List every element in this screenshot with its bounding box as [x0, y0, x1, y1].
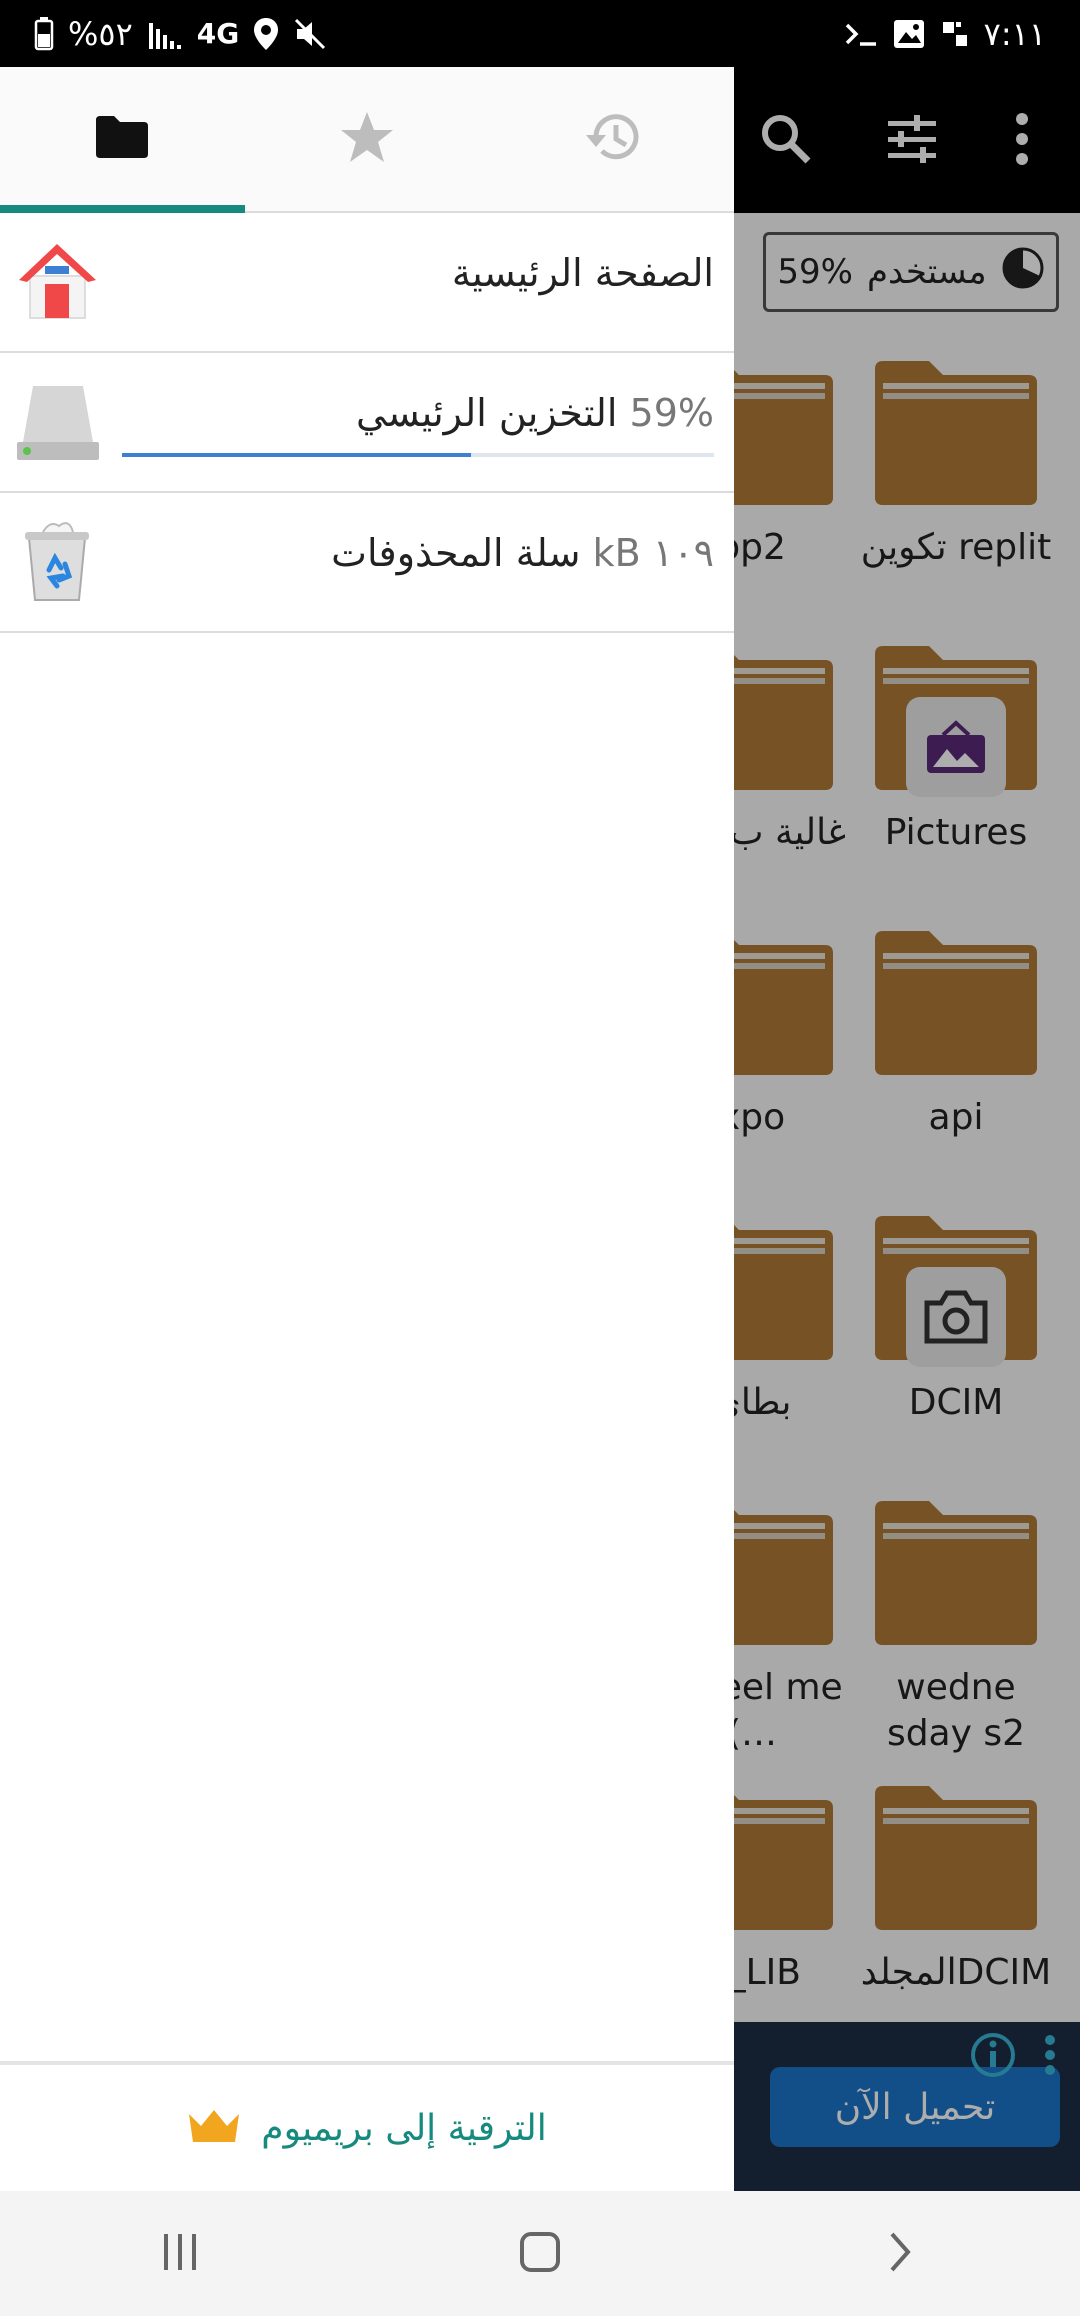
clock: ٧:١١ — [983, 14, 1046, 53]
home-label: الصفحة الرئيسية — [451, 251, 714, 295]
back-icon — [878, 2230, 922, 2278]
drawer-item-trash[interactable]: ١٠٩ kB سلة المحذوفات — [0, 493, 734, 633]
storage-progress-bar — [122, 453, 714, 457]
home-nav-icon — [518, 2230, 562, 2278]
storage-progress-fill — [122, 453, 472, 457]
system-navigation-bar — [0, 2191, 1080, 2316]
home-icon — [15, 238, 100, 323]
upgrade-premium-button[interactable]: الترقية إلى بريميوم — [0, 2061, 734, 2191]
history-icon — [582, 109, 642, 169]
drawer-item-home[interactable]: الصفحة الرئيسية — [0, 213, 734, 353]
cast-icon — [940, 19, 970, 49]
star-icon — [339, 110, 395, 168]
recycle-bin-icon — [15, 518, 100, 603]
network-type: 4G — [196, 17, 240, 50]
trash-size: ١٠٩ kB — [592, 531, 714, 575]
status-right: ٧:١١ — [844, 15, 1046, 53]
terminal-icon — [844, 19, 878, 49]
status-left: %٥٢ 4G — [34, 15, 327, 53]
battery-icon — [34, 16, 54, 51]
tab-folders[interactable] — [0, 67, 245, 211]
drawer-tabs — [0, 67, 734, 213]
tab-favorites[interactable] — [245, 67, 490, 211]
mute-icon — [293, 17, 327, 51]
recents-button[interactable] — [120, 2214, 240, 2294]
hard-drive-icon — [15, 378, 100, 463]
upgrade-label: الترقية إلى بريميوم — [261, 2107, 547, 2149]
trash-label: سلة المحذوفات — [331, 531, 581, 575]
storage-percent: 59% — [629, 391, 714, 435]
storage-label: التخزين الرئيسي — [356, 391, 618, 435]
storage-label-line: 59% التخزين الرئيسي — [356, 391, 714, 435]
crown-icon — [187, 2108, 241, 2148]
signal-icon — [147, 19, 183, 49]
gallery-icon — [892, 18, 926, 50]
status-bar: %٥٢ 4G ٧:١١ — [0, 0, 1080, 67]
screen: %٥٢ 4G ٧:١١ 59% مستخدم تكوين replit op2 … — [0, 0, 1080, 2316]
home-button[interactable] — [480, 2214, 600, 2294]
folder-icon — [94, 114, 150, 164]
back-button[interactable] — [840, 2214, 960, 2294]
drawer-item-storage[interactable]: 59% التخزين الرئيسي — [0, 353, 734, 493]
tab-history[interactable] — [489, 67, 734, 211]
recents-icon — [158, 2230, 202, 2278]
navigation-drawer: الصفحة الرئيسية 59% التخزين الرئيسي ١٠٩ … — [0, 67, 734, 2191]
trash-label-line: ١٠٩ kB سلة المحذوفات — [331, 531, 714, 575]
location-icon — [253, 17, 279, 51]
active-tab-indicator — [0, 205, 245, 213]
battery-percent: %٥٢ — [68, 14, 133, 53]
